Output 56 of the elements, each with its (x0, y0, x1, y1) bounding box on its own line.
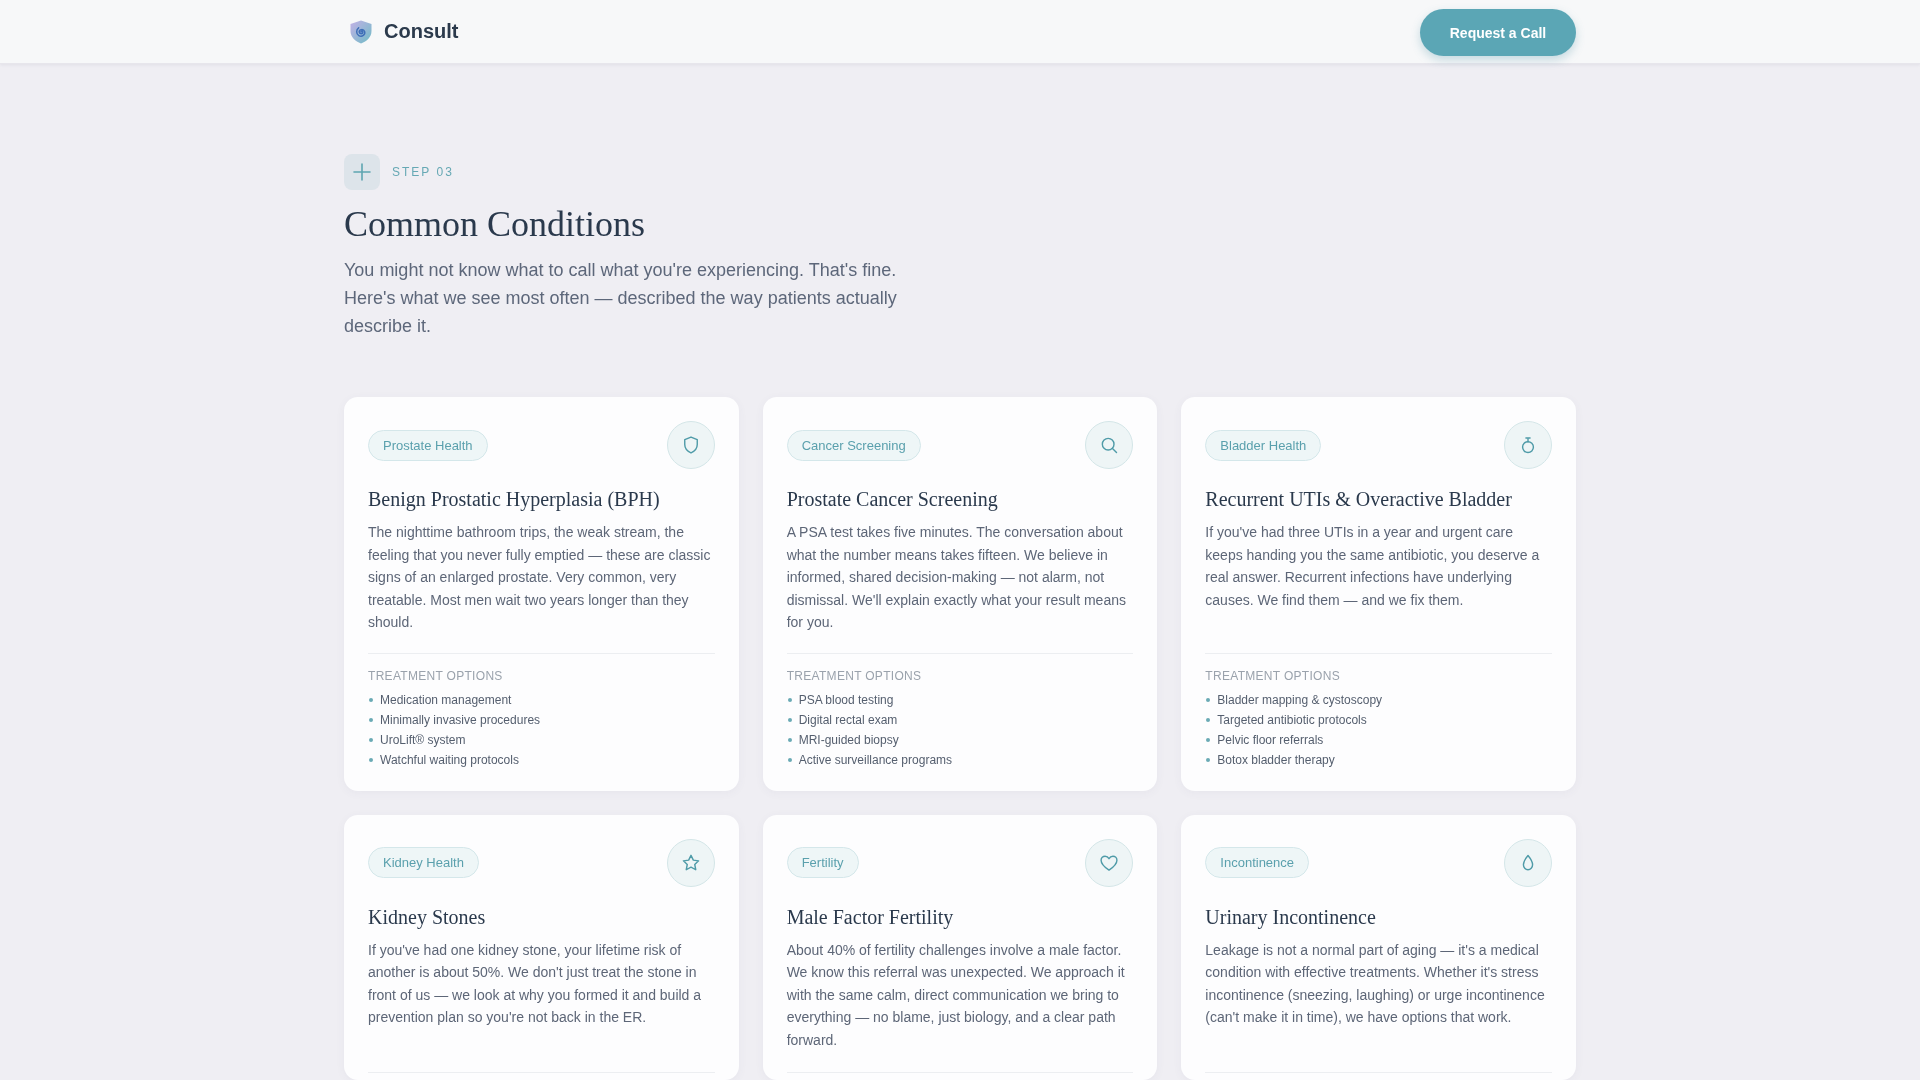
bullet-dot-icon (369, 717, 373, 722)
droplet-icon (1504, 838, 1552, 887)
treatment-item: Watchful waiting protocols (380, 752, 519, 767)
plus-icon (344, 154, 380, 190)
step-label: STEP 03 (392, 165, 454, 179)
bullet-dot-icon (787, 697, 792, 702)
category-tag: Prostate Health (368, 429, 488, 461)
condition-title: Prostate Cancer Screening (786, 487, 999, 513)
category-tag: Cancer Screening (786, 429, 921, 461)
bullet-dot-icon (1206, 737, 1211, 742)
condition-title: Male Factor Fertility (786, 904, 955, 931)
treatment-options-label: TREATMENT OPTIONS (1205, 667, 1341, 684)
treatment-item: Active surveillance programs (798, 752, 953, 767)
category-tag: Incontinence (1205, 847, 1310, 878)
brand-name: Consult (384, 20, 459, 43)
search-icon (1085, 421, 1134, 469)
condition-description: A PSA test takes five minutes. The conversation about what the number means takes fifteen. We believe in informed, shared decision-making — not alarm, not dismissal. We'll explain exactly what your result means for you. (786, 523, 1127, 632)
shield-icon (666, 421, 715, 469)
condition-description: If you've had three UTIs in a year and urgent care keeps handing you the same antibiotic, you deserve a real answer. Recurrent infections have underlying causes. We find them — and we fix them. (1205, 523, 1541, 610)
bullet-dot-icon (1206, 757, 1211, 762)
condition-title: Benign Prostatic Hyperplasia (BPH) (368, 487, 661, 513)
condition-description: Leakage is not a normal part of aging — it's a medical condition with effective treatments. Whether it's stress incontinence (sneezing, laughing) or urge incontinence (can't make it in time), we have options that work. (1205, 940, 1546, 1027)
category-tag: Fertility (786, 847, 859, 878)
condition-title: Recurrent UTIs & Overactive Bladder (1205, 487, 1513, 512)
treatment-item: MRI-guided biopsy (798, 732, 899, 747)
request-call-button[interactable]: Request a Call (1420, 9, 1576, 56)
category-tag: Bladder Health (1205, 429, 1322, 461)
section-title: Common Conditions (344, 203, 647, 246)
bullet-dot-icon (369, 697, 373, 702)
bullet-dot-icon (787, 737, 792, 742)
bullet-dot-icon (787, 717, 792, 722)
shield-logo-icon (350, 19, 372, 44)
bullet-dot-icon (1206, 717, 1211, 722)
treatment-item: Medication management (380, 692, 512, 707)
round-flask-icon (1504, 421, 1552, 469)
treatment-item: Bladder mapping & cystoscopy (1217, 692, 1383, 707)
treatment-item: Minimally invasive procedures (380, 712, 541, 727)
treatment-item: PSA blood testing (798, 692, 894, 707)
bullet-dot-icon (369, 737, 373, 742)
category-tag: Kidney Health (368, 847, 479, 878)
treatment-options-label: TREATMENT OPTIONS (786, 667, 923, 684)
condition-description: About 40% of fertility challenges involve a male factor. We know this referral was unexpected. We approach it with the same calm, direct communication we bring to everything — no blame, just biology, and a clear path forward. (786, 940, 1126, 1050)
bullet-dot-icon (787, 757, 792, 762)
condition-description: The nighttime bathroom trips, the weak stream, the feeling that you never fully emptied — these are classic signs of an enlarged prostate. Very common, very treatable. Most men wait two years longer than they should. (368, 523, 712, 632)
bullet-dot-icon (1206, 697, 1211, 702)
condition-title: Urinary Incontinence (1205, 904, 1377, 931)
treatment-options-label: TREATMENT OPTIONS (368, 667, 504, 684)
treatment-item: Botox bladder therapy (1217, 752, 1335, 767)
treatment-item: Targeted antibiotic protocols (1217, 712, 1367, 727)
intro-paragraph: You might not know what to call what you're experiencing. That's fine. Here's what we see most often — described the way patients actually describe it. (344, 259, 898, 338)
bullet-dot-icon (369, 757, 373, 762)
condition-description: If you've had one kidney stone, your lifetime risk of another is about 50%. We don't just treat the stone in front of us — we look at why you formed it and build a prevention plan so you're not back in the ER. (368, 940, 703, 1027)
treatment-item: Pelvic floor referrals (1217, 732, 1324, 747)
treatment-item: Digital rectal exam (798, 712, 898, 727)
treatment-item: UroLift® system (380, 732, 466, 747)
condition-title: Kidney Stones (368, 904, 487, 931)
